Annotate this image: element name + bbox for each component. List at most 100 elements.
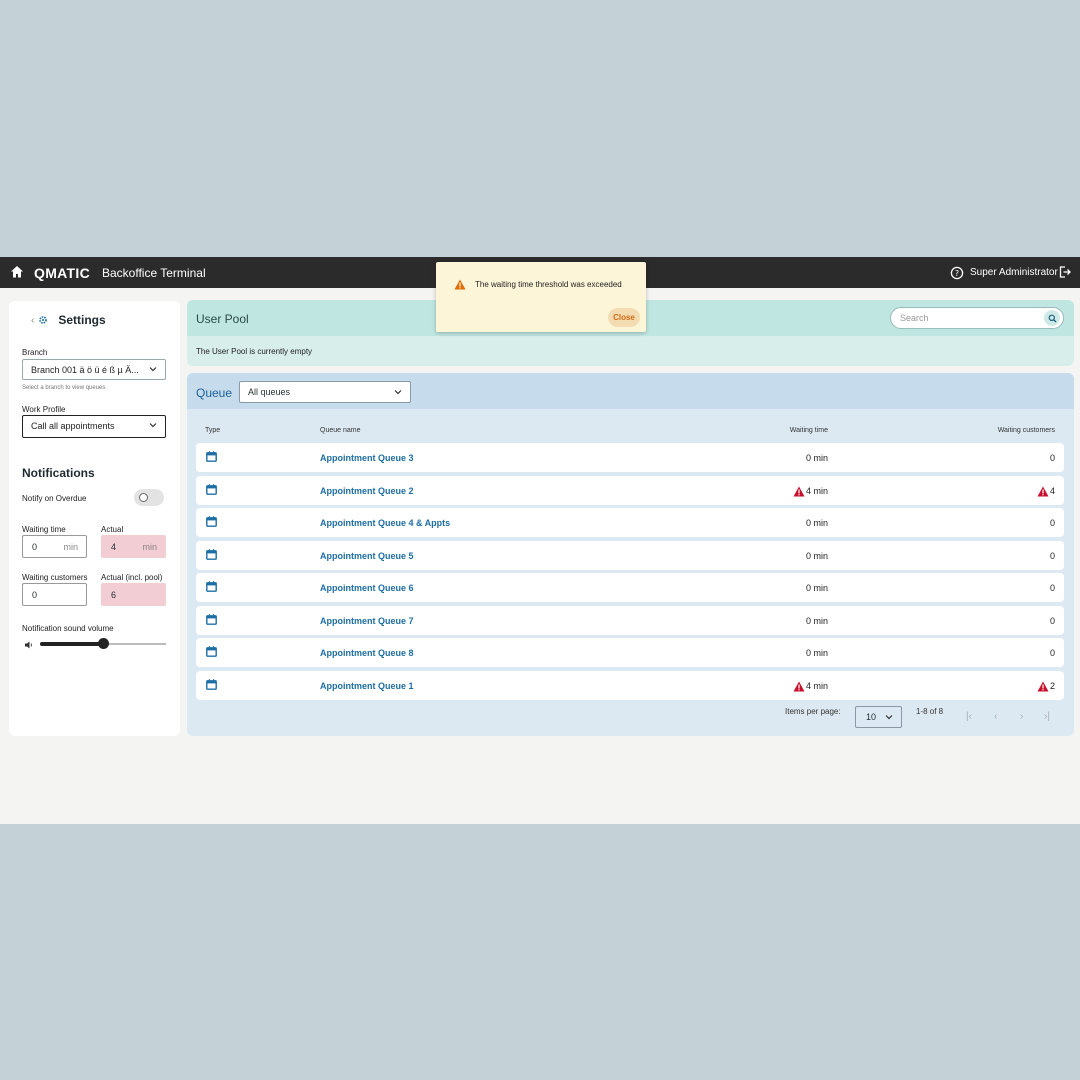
calendar-icon <box>206 451 217 462</box>
queue-name[interactable]: Appointment Queue 4 & Appts <box>320 518 450 528</box>
work-profile-value: Call all appointments <box>31 421 115 431</box>
queue-row[interactable]: Appointment Queue 2 4 min 4 <box>196 475 1064 505</box>
queue-title: Queue <box>196 386 233 400</box>
waiting-customers-value: 0 <box>32 590 38 600</box>
back-chevron-icon[interactable]: ‹ <box>31 315 34 326</box>
settings-title: Settings <box>58 313 106 327</box>
chevron-down-icon <box>885 715 893 720</box>
waiting-customers-cell: 0 <box>1050 616 1055 626</box>
calendar-icon <box>206 678 217 690</box>
next-page-icon[interactable]: › <box>1020 711 1023 722</box>
queue-name[interactable]: Appointment Queue 6 <box>320 583 414 593</box>
waiting-time-cell: 4 min <box>793 681 828 692</box>
actual-waiting-unit: min <box>142 542 157 552</box>
calendar-icon <box>206 646 217 657</box>
settings-sidebar: ‹ Settings Branch Branch 001 ä ö ü é ß µ… <box>9 301 180 736</box>
waiting-time-unit: min <box>63 542 78 552</box>
waiting-customers-value: 0 <box>1049 648 1055 658</box>
queue-name[interactable]: Appointment Queue 2 <box>320 486 414 496</box>
app-title: Backoffice Terminal <box>102 266 206 280</box>
waiting-time-input[interactable]: 0 min <box>22 535 87 558</box>
notifications-title: Notifications <box>22 466 95 480</box>
toggle-knob <box>139 493 148 502</box>
waiting-time-cell: 0 min <box>806 616 828 626</box>
calendar-icon <box>206 613 217 625</box>
waiting-time-value: 0 min <box>805 518 828 528</box>
column-header-waiting-time[interactable]: Waiting time <box>790 427 828 434</box>
svg-text:?: ? <box>955 269 959 278</box>
items-per-page-value: 10 <box>866 712 877 722</box>
waiting-time-value: 4 min <box>805 486 828 496</box>
queue-name[interactable]: Appointment Queue 7 <box>320 616 414 626</box>
work-profile-select[interactable]: Call all appointments <box>22 415 166 438</box>
waiting-time-value: 0 min <box>805 615 828 626</box>
waiting-customers-value: 2 <box>1049 681 1055 691</box>
settings-header: ‹ Settings <box>31 313 106 327</box>
queue-row[interactable]: Appointment Queue 1 4 min 2 <box>196 670 1064 700</box>
warning-triangle-icon <box>793 486 805 496</box>
column-header-type: Type <box>205 427 221 434</box>
volume-slider-fill <box>40 642 103 646</box>
queue-filter-select[interactable]: All queues <box>239 381 411 403</box>
queue-row[interactable]: Appointment Queue 7 0 min 0 <box>196 605 1064 635</box>
waiting-customers-value: 0 <box>1049 615 1055 626</box>
calendar-icon <box>206 483 217 495</box>
notify-overdue-toggle[interactable] <box>134 489 164 506</box>
volume-slider[interactable] <box>40 638 166 649</box>
branch-select-value: Branch 001 ä ö ü é ß µ Ä... <box>31 365 139 375</box>
search-icon <box>1048 314 1056 322</box>
chevron-down-icon <box>149 367 157 372</box>
branch-select[interactable]: Branch 001 ä ö ü é ß µ Ä... <box>22 359 166 380</box>
waiting-time-cell: 4 min <box>793 486 828 497</box>
volume-slider-thumb[interactable] <box>98 638 109 649</box>
actual-pool-value: 6 <box>111 590 117 600</box>
queue-filter-value: All queues <box>248 387 291 397</box>
queue-row[interactable]: Appointment Queue 8 0 min 0 <box>196 638 1064 667</box>
waiting-customers-value: 4 <box>1049 486 1055 496</box>
first-page-icon[interactable]: |‹ <box>966 711 972 722</box>
waiting-time-value: 0 <box>32 542 38 552</box>
branch-label: Branch <box>22 348 48 357</box>
waiting-customers-cell: 0 <box>1050 551 1055 561</box>
queue-row[interactable]: Appointment Queue 4 & Appts 0 min 0 <box>196 508 1064 537</box>
waiting-time-cell: 0 min <box>806 453 828 463</box>
items-per-page-label: Items per page: <box>785 707 841 716</box>
branch-hint: Select a branch to view queues <box>22 385 106 391</box>
warning-triangle-icon <box>1037 681 1049 691</box>
waiting-customers-cell: 2 <box>1037 681 1055 692</box>
queue-row[interactable]: Appointment Queue 3 0 min 0 <box>196 443 1064 472</box>
last-page-icon[interactable]: ›| <box>1044 711 1050 722</box>
threshold-toast: The waiting time threshold was exceeded … <box>436 262 646 332</box>
queue-row[interactable]: Appointment Queue 6 0 min 0 <box>196 573 1064 602</box>
user-pool-title: User Pool <box>196 312 249 326</box>
waiting-time-value: 0 min <box>805 583 828 593</box>
toast-close-button[interactable]: Close <box>608 308 640 327</box>
queue-name[interactable]: Appointment Queue 8 <box>320 648 414 658</box>
user-name[interactable]: Super Administrator <box>970 267 1058 278</box>
waiting-customers-value: 0 <box>1049 518 1055 528</box>
queue-name[interactable]: Appointment Queue 3 <box>320 453 414 463</box>
column-header-waiting-customers[interactable]: Waiting customers <box>998 427 1055 434</box>
actual-pool-value-box: 6 <box>101 583 166 606</box>
items-per-page-select[interactable]: 10 <box>855 706 902 728</box>
previous-page-icon[interactable]: ‹ <box>994 711 997 722</box>
waiting-customers-input[interactable]: 0 <box>22 583 87 606</box>
warning-triangle-icon <box>1037 486 1049 496</box>
volume-icon <box>25 641 32 649</box>
queue-name[interactable]: Appointment Queue 5 <box>320 551 414 561</box>
column-header-queue-name[interactable]: Queue name <box>320 427 360 434</box>
queue-name[interactable]: Appointment Queue 1 <box>320 681 414 691</box>
waiting-customers-cell: 0 <box>1050 648 1055 658</box>
queue-row[interactable]: Appointment Queue 5 0 min 0 <box>196 540 1064 570</box>
help-icon[interactable]: ? <box>950 266 964 280</box>
search-button[interactable] <box>1044 310 1060 326</box>
user-pool-empty-message: The User Pool is currently empty <box>196 347 313 356</box>
waiting-customers-label: Waiting customers <box>22 573 88 582</box>
chevron-down-icon <box>149 423 157 428</box>
waiting-time-value: 0 min <box>805 550 828 561</box>
logout-icon[interactable] <box>1058 265 1072 279</box>
actual-label: Actual <box>101 525 124 534</box>
waiting-time-cell: 0 min <box>806 551 828 561</box>
search-input[interactable]: Search <box>890 307 1064 329</box>
home-icon[interactable] <box>10 265 24 279</box>
